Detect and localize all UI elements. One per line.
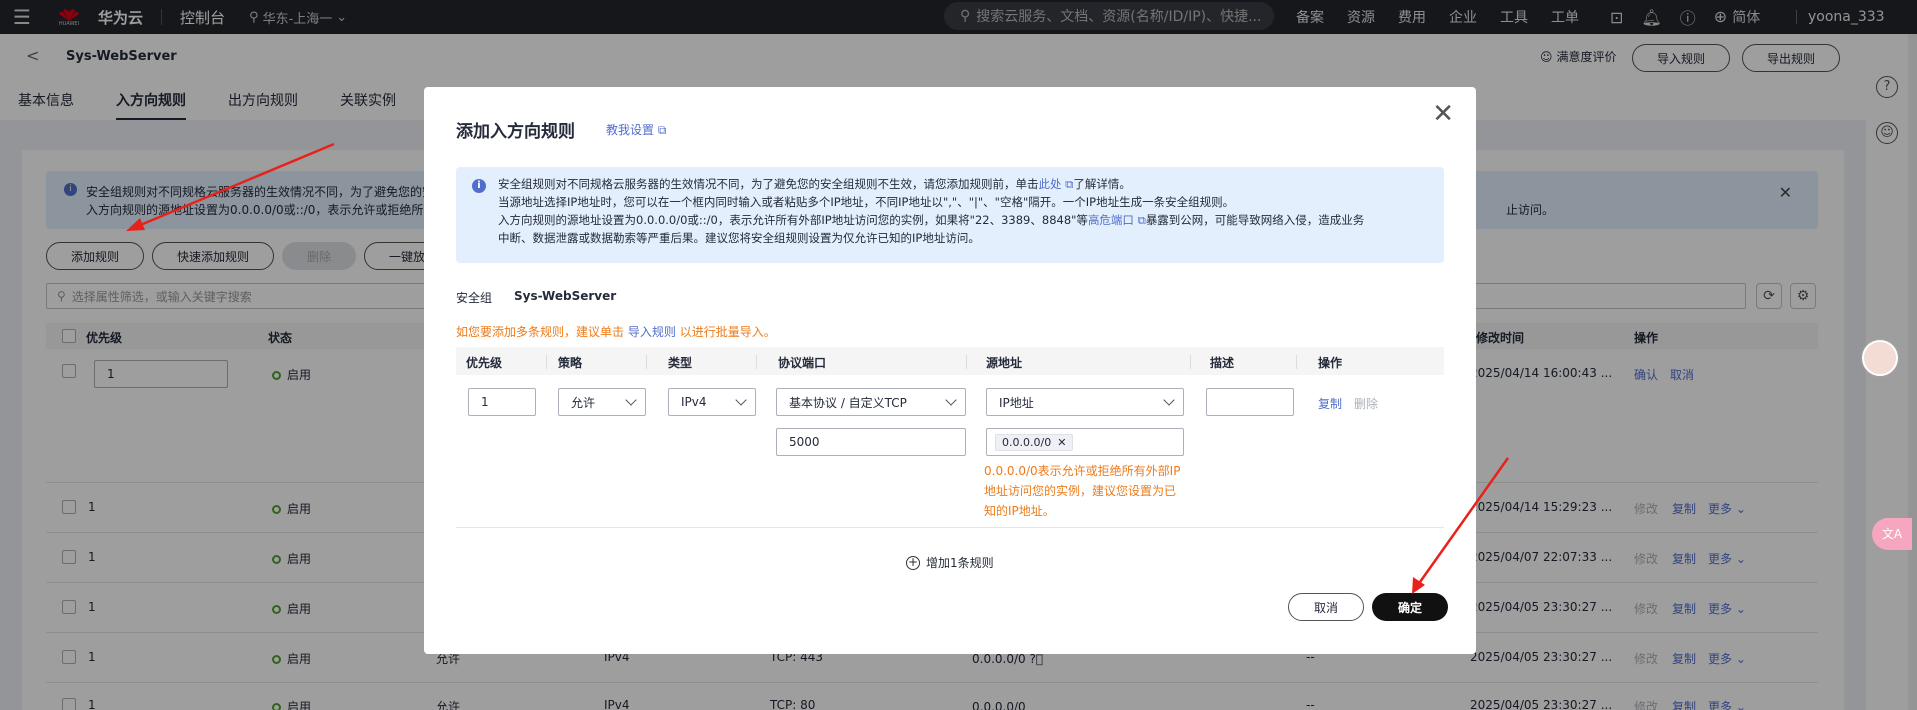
policy-select[interactable]: 允许 xyxy=(558,388,646,416)
cancel-button[interactable]: 取消 xyxy=(1288,593,1364,621)
col-protocol-port: 协议端口 xyxy=(778,356,827,370)
info-icon: i xyxy=(472,179,486,193)
col-actions: 操作 xyxy=(1318,356,1343,370)
help-setup-link[interactable]: 教我设置 ⧉ xyxy=(606,121,666,138)
translate-icon[interactable]: 文A xyxy=(1872,518,1912,550)
import-rules-link[interactable]: 导入规则 xyxy=(628,325,676,339)
source-warning: 0.0.0.0/0表示允许或拒绝所有外部IP地址访问您的实例，建议您设置为已知的… xyxy=(984,464,1181,518)
security-group-name: Sys-WebServer xyxy=(514,289,617,303)
col-priority: 优先级 xyxy=(466,356,503,370)
col-description: 描述 xyxy=(1210,356,1235,370)
rule-table-header: 优先级 策略 类型 协议端口 源地址 描述 操作 xyxy=(456,347,1444,375)
priority-input[interactable]: 1 xyxy=(468,388,536,416)
row-copy-link[interactable]: 复制 xyxy=(1318,395,1342,412)
info-line-2: 当源地址选择IP地址时，您可以在一个框内同时输入或者粘贴多个IP地址，不同IP地… xyxy=(498,195,1235,209)
ip-tag: 0.0.0.0/0 ✕ xyxy=(995,433,1074,451)
import-hint: 如您要添加多条规则，建议单击 导入规则 以进行批量导入。 xyxy=(456,325,776,339)
source-type-select[interactable]: IP地址 xyxy=(986,388,1184,416)
external-link-icon: ⧉ xyxy=(657,123,667,137)
security-group-label: 安全组 xyxy=(456,291,493,305)
add-one-rule-button[interactable]: + 增加1条规则 xyxy=(906,554,994,571)
col-source: 源地址 xyxy=(986,356,1023,370)
plus-icon: + xyxy=(906,554,920,570)
details-link[interactable]: 此处 xyxy=(1039,177,1062,191)
type-select[interactable]: IPv4 xyxy=(668,388,756,416)
protocol-select[interactable]: 基本协议 / 自定义TCP xyxy=(776,388,966,416)
add-inbound-rule-dialog: 添加入方向规则 教我设置 ⧉ ✕ i 安全组规则对不同规格云服务器的生效情况不同… xyxy=(424,87,1476,654)
assistant-avatar[interactable] xyxy=(1862,340,1898,376)
port-input[interactable]: 5000 xyxy=(776,428,966,456)
confirm-button[interactable]: 确定 xyxy=(1372,593,1448,621)
info-line-4: 中断、数据泄露或数据勒索等严重后果。建议您将安全组规则设置为仅允许已知的IP地址… xyxy=(498,231,980,245)
col-type: 类型 xyxy=(668,356,693,370)
external-link-icon: ⧉ xyxy=(1137,213,1146,227)
high-risk-ports-link[interactable]: 高危端口 xyxy=(1088,213,1134,227)
close-icon[interactable]: ✕ xyxy=(1432,99,1454,129)
dialog-info-alert: i 安全组规则对不同规格云服务器的生效情况不同，为了避免您的安全组规则不生效，请… xyxy=(456,167,1444,263)
dialog-title: 添加入方向规则 xyxy=(456,122,575,142)
source-ip-input[interactable]: 0.0.0.0/0 ✕ xyxy=(986,428,1184,456)
col-policy: 策略 xyxy=(558,356,583,370)
add-one-rule-label: 增加1条规则 xyxy=(926,556,994,570)
row-delete-link[interactable]: 删除 xyxy=(1354,395,1378,412)
description-input[interactable] xyxy=(1206,388,1294,416)
close-icon[interactable]: ✕ xyxy=(1057,436,1066,449)
